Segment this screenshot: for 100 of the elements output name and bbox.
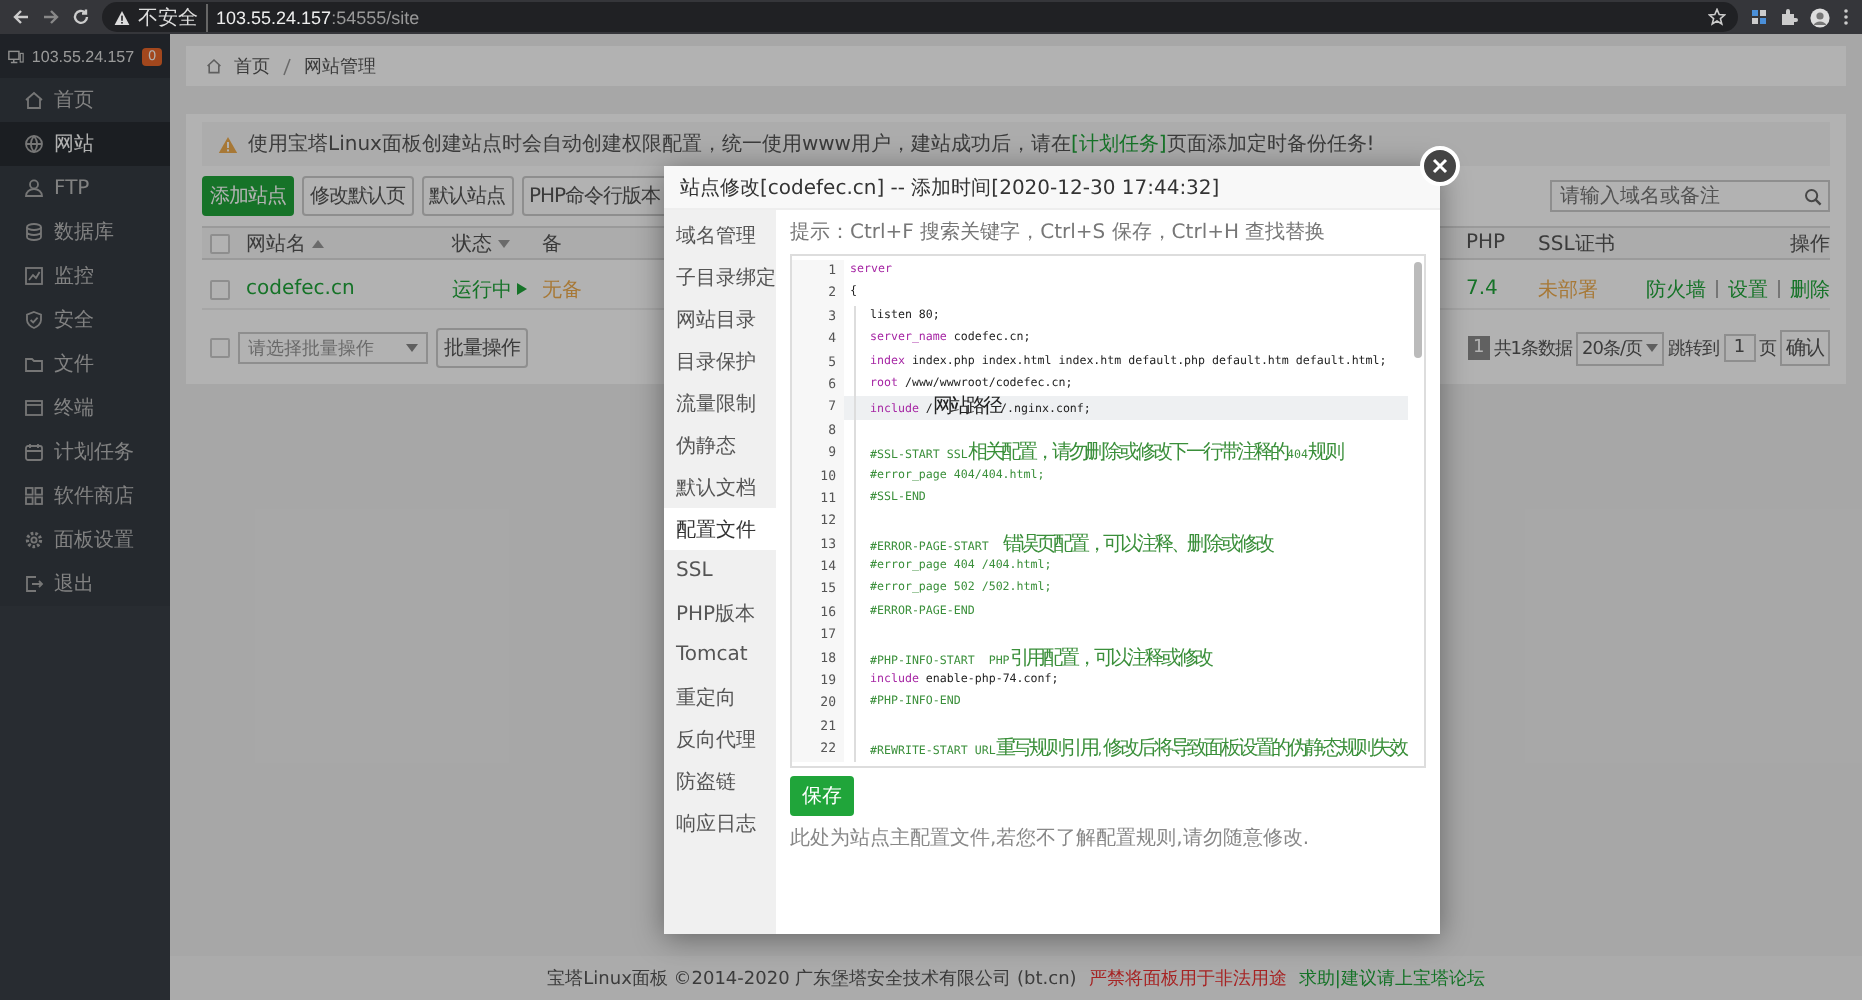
sidebar-item[interactable]: 首页 (0, 78, 170, 122)
notice-text: 使用宝塔Linux面板创建站点时会自动创建权限配置，统一使用www用户，建站成功后，请在[计划任务]页面添加定时备份任务! (248, 131, 1375, 158)
dialog-nav-item[interactable]: 配置文件 (664, 508, 776, 550)
column-header[interactable]: 状态 (452, 229, 510, 257)
search-icon[interactable] (1804, 188, 1822, 206)
scrollbar[interactable] (1414, 262, 1422, 358)
home-icon (206, 58, 222, 74)
copyright-text: 宝塔Linux面板 ©2014-2020 广东堡塔安全技术有限公司 (bt.cn) (547, 967, 1077, 991)
confirm-button[interactable]: 确认 (1780, 330, 1830, 366)
checkbox[interactable] (210, 233, 230, 253)
checkbox[interactable] (210, 279, 230, 299)
page-input[interactable]: 1 (1723, 334, 1755, 362)
checkbox[interactable] (210, 338, 230, 358)
column-header: 备 (542, 231, 562, 257)
dialog-nav-item[interactable]: 重定向 (664, 676, 776, 718)
jump-label: 跳转到 (1668, 337, 1719, 361)
sidebar-item[interactable]: 数据库 (0, 210, 170, 254)
puzzle-icon[interactable] (1780, 8, 1798, 26)
schedule-link[interactable]: [计划任务] (1070, 134, 1167, 156)
note-text: 此处为站点主配置文件,若您不了解配置规则,请勿随意修改. (790, 825, 1312, 852)
caret-icon (406, 344, 418, 352)
address-field[interactable]: 103.55.24.157:54555/site (216, 7, 420, 27)
dialog-nav-item[interactable]: 目录保护 (664, 340, 776, 382)
action-link[interactable]: 防火墙 (1646, 275, 1706, 303)
sidebar-item[interactable]: 退出 (0, 562, 170, 606)
dialog-nav-item[interactable]: 网站目录 (664, 298, 776, 340)
sidebar-item[interactable]: 软件商店 (0, 474, 170, 518)
toolbar-button[interactable]: 修改默认页 (302, 176, 413, 216)
terminal-icon (24, 398, 44, 418)
forum-link[interactable]: 求助|建议请上宝塔论坛 (1298, 965, 1485, 991)
sidebar-item[interactable]: 文件 (0, 342, 170, 386)
dialog-nav-item[interactable]: PHP版本 (664, 592, 776, 634)
search-field[interactable]: 请输入域名或备注 (1550, 180, 1830, 212)
separator-icon (282, 57, 292, 75)
column-header: SSL证书 (1538, 231, 1615, 257)
save-button[interactable]: 保存 (790, 775, 854, 816)
dialog-nav-item[interactable]: 子目录绑定 (664, 256, 776, 298)
dialog-title: 站点修改[codefec.cn] -- 添加时间[2020-12-30 17:44:32] (664, 166, 1440, 210)
column-header: 操作 (1790, 231, 1830, 257)
hint-text: 提示：Ctrl+F 搜索关键字，Ctrl+S 保存，Ctrl+H 查找替换 (790, 219, 1328, 246)
menu-icon[interactable] (1842, 8, 1850, 26)
sidebar-item[interactable]: 终端 (0, 386, 170, 430)
database-icon (24, 222, 44, 242)
logout-icon (24, 574, 44, 594)
settings-icon (24, 530, 44, 550)
toolbar-button[interactable]: 添加站点 (202, 176, 294, 216)
php-version-link[interactable]: 7.4 (1466, 278, 1498, 300)
star-icon[interactable] (1708, 8, 1726, 26)
column-header: PHP (1466, 232, 1506, 254)
caret-icon (1646, 344, 1658, 352)
dialog-nav-item[interactable]: 防盗链 (664, 760, 776, 802)
globe-icon (24, 134, 44, 154)
dialog-nav-item[interactable]: 默认文档 (664, 466, 776, 508)
page-number[interactable]: 1 (1467, 336, 1490, 360)
warning-icon (218, 135, 238, 153)
security-label: 不安全 (138, 3, 208, 31)
extension-icon[interactable] (1750, 8, 1768, 26)
close-icon (1432, 158, 1448, 174)
monitor-icon (8, 47, 24, 65)
batch-select[interactable]: 请选择批量操作 (238, 332, 428, 364)
batch-button[interactable]: 批量操作 (436, 328, 528, 368)
avatar-icon[interactable] (1810, 7, 1830, 27)
page-unit: 页 (1759, 337, 1776, 361)
action-link[interactable]: 删除 (1790, 275, 1830, 303)
sidebar-item[interactable]: 安全 (0, 298, 170, 342)
calendar-icon (24, 442, 44, 462)
shield-icon (24, 310, 44, 330)
sidebar-item[interactable]: FTP (0, 166, 170, 210)
code-editor[interactable] (790, 254, 1426, 768)
dialog-nav-item[interactable]: 伪静态 (664, 424, 776, 466)
sidebar-item[interactable]: 监控 (0, 254, 170, 298)
toolbar-button[interactable]: 默认站点 (421, 176, 513, 216)
column-header[interactable]: 网站名 (246, 229, 324, 257)
forward-icon[interactable] (42, 8, 60, 26)
warning-icon (114, 9, 130, 25)
action-link[interactable]: 设置 (1728, 275, 1768, 303)
chart-icon (24, 266, 44, 286)
sidebar-item[interactable]: 计划任务 (0, 430, 170, 474)
site-link[interactable]: codefec.cn (246, 278, 355, 300)
dialog-nav-item[interactable]: 流量限制 (664, 382, 776, 424)
home-icon (24, 90, 44, 110)
back-icon[interactable] (12, 8, 30, 26)
sidebar-item[interactable]: 网站 (0, 122, 170, 166)
play-icon (516, 282, 528, 296)
status-text[interactable]: 运行中 (452, 275, 512, 303)
breadcrumb-item: 网站管理 (304, 55, 376, 79)
total-count: 共1条数据 (1493, 337, 1573, 361)
reload-icon[interactable] (72, 8, 90, 26)
dialog-nav-item[interactable]: 域名管理 (664, 214, 776, 256)
sidebar-item[interactable]: 面板设置 (0, 518, 170, 562)
dialog-nav-item[interactable]: Tomcat (664, 634, 776, 676)
dialog-nav-item[interactable]: SSL (664, 550, 776, 592)
folder-icon (24, 354, 44, 374)
grid-icon (24, 486, 44, 506)
toolbar-button[interactable]: PHP命令行版本 (521, 176, 669, 216)
dialog-nav-item[interactable]: 反向代理 (664, 718, 776, 760)
warning-link[interactable]: 严禁将面板用于非法用途 (1088, 965, 1287, 991)
dialog-nav-item[interactable]: 响应日志 (664, 802, 776, 844)
page-size-select[interactable]: 20条/页 (1576, 331, 1664, 365)
breadcrumb-item[interactable]: 首页 (234, 53, 270, 79)
